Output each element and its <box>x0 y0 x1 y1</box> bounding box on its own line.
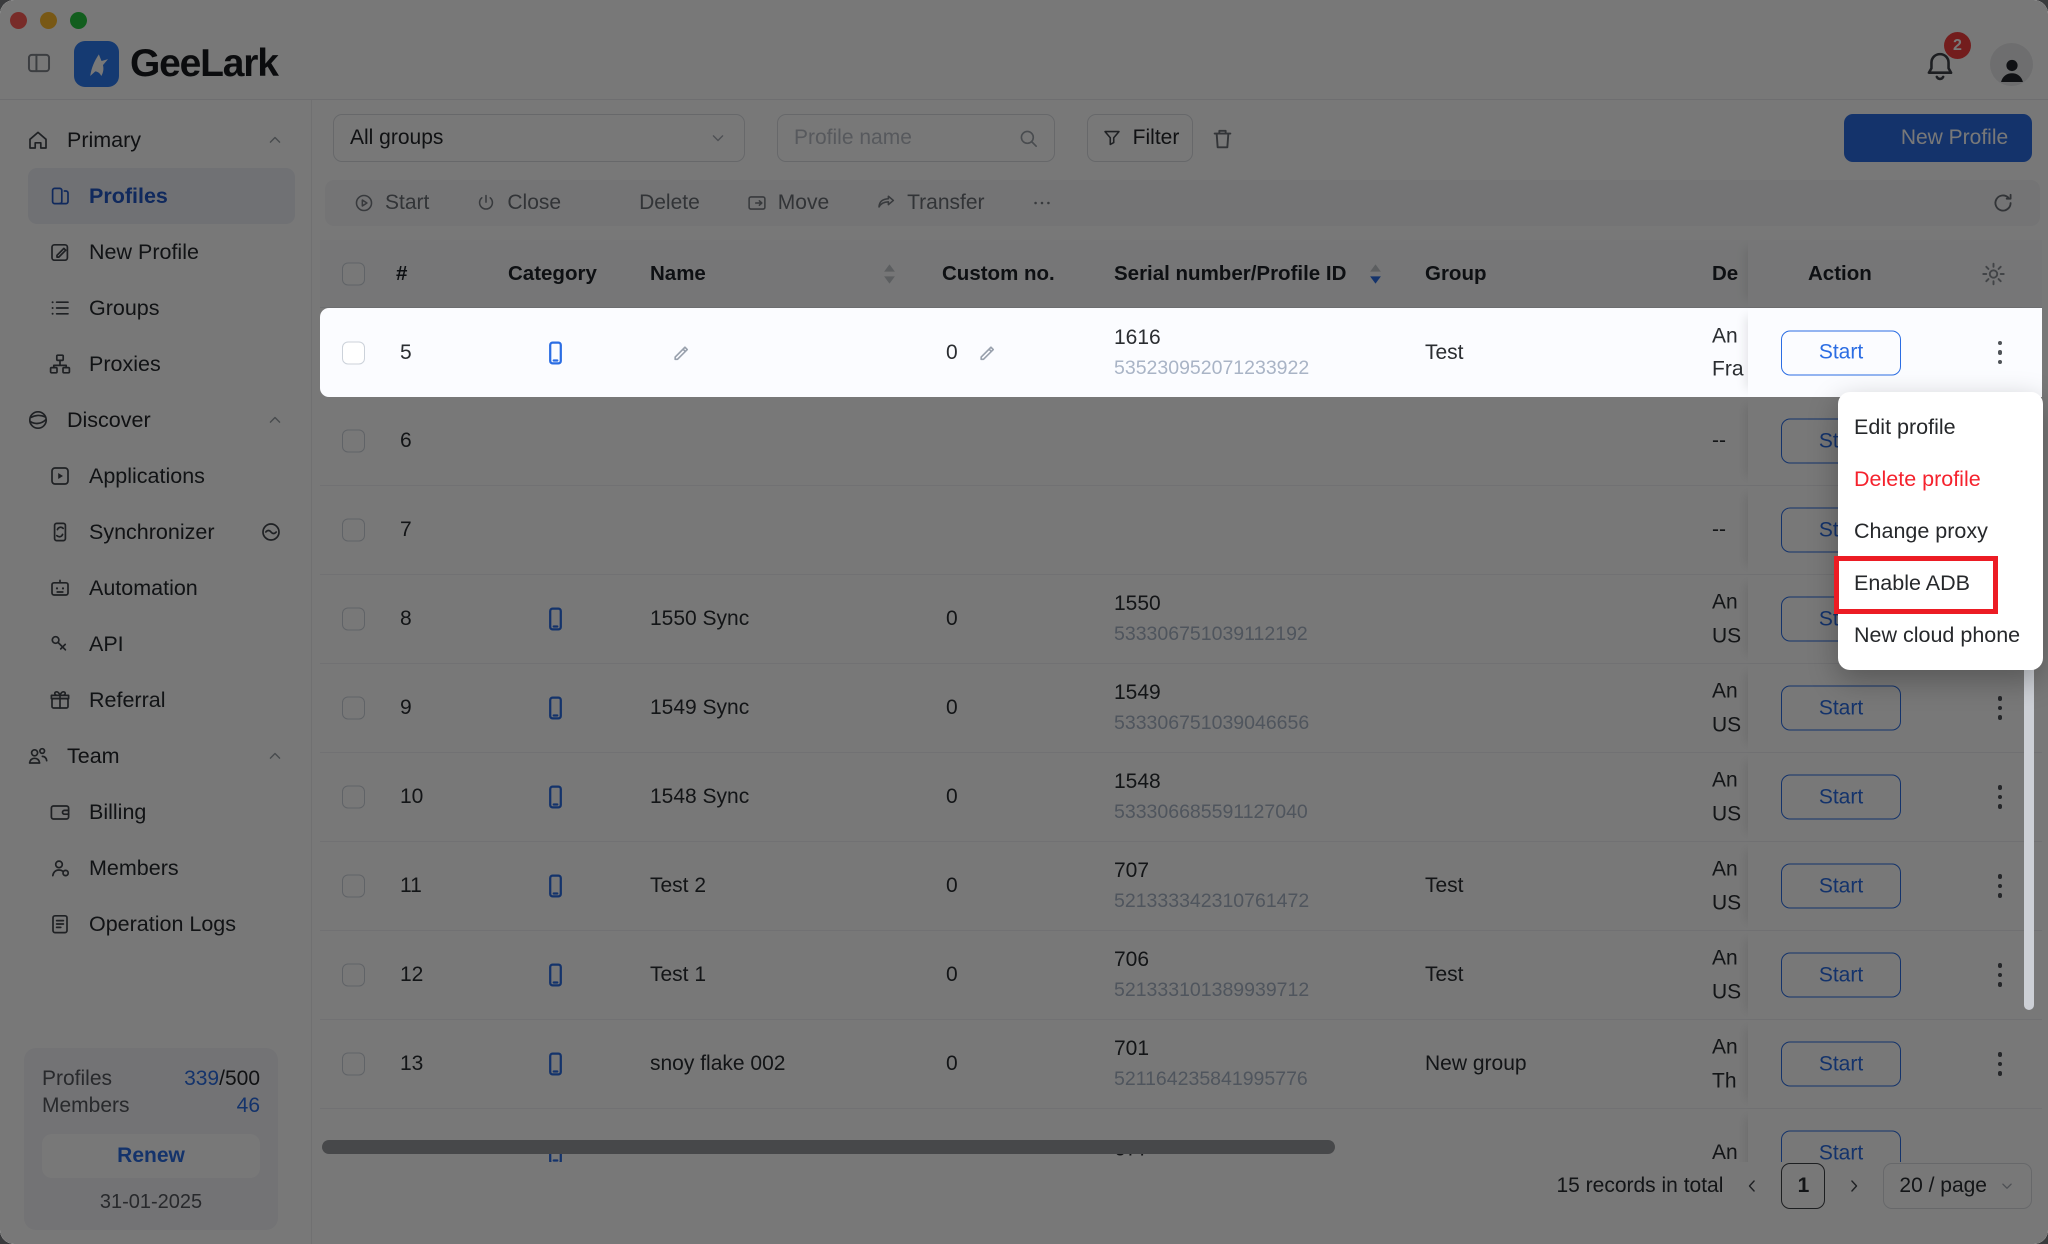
start-button[interactable]: Start <box>1781 330 1901 375</box>
menu-item-delete-profile[interactable]: Delete profile <box>1838 453 2043 505</box>
menu-item-new-cloud-phone[interactable]: New cloud phone <box>1838 609 2043 661</box>
serial-profile-id: 1616 535230952071233922 <box>1114 326 1309 380</box>
row-context-menu: Edit profileDelete profileChange proxyEn… <box>1838 392 2043 670</box>
table-row-5[interactable]: 501616535230952071233922TestAnFraStart <box>320 308 2042 397</box>
vertical-scrollbar[interactable] <box>2024 660 2034 1010</box>
edit-name-icon[interactable] <box>670 341 693 364</box>
row-checkbox[interactable] <box>342 341 365 364</box>
annotation-box <box>1834 556 1998 614</box>
dim-overlay <box>0 0 2048 1244</box>
group-name: Test <box>1425 341 1464 365</box>
custom-no: 0 <box>946 341 958 365</box>
pinned-action-cell: Start <box>1748 308 2042 397</box>
menu-item-change-proxy[interactable]: Change proxy <box>1838 505 2043 557</box>
menu-item-edit-profile[interactable]: Edit profile <box>1838 401 2043 453</box>
serial-number: 1616 <box>1114 326 1309 350</box>
geelark-window: GeeLark 2 PrimaryProfilesNew ProfileGrou… <box>0 0 2048 1244</box>
profile-id: 535230952071233922 <box>1114 357 1309 380</box>
edit-custom-no-icon[interactable] <box>976 341 999 364</box>
row-actions-button[interactable] <box>1988 336 2012 370</box>
row-number: 5 <box>400 341 412 365</box>
cloud-phone-icon <box>542 332 569 374</box>
